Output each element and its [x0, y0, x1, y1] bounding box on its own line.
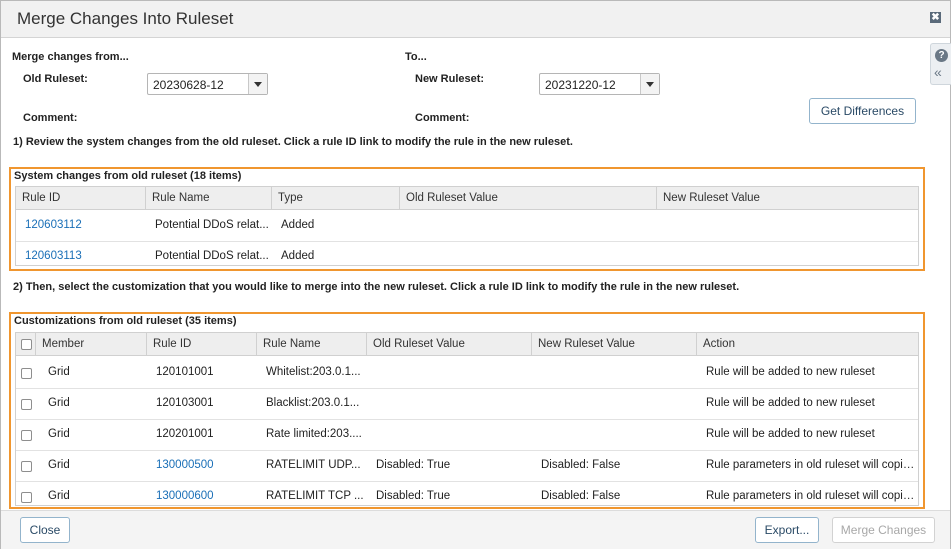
- old-value-cell: Disabled: True: [376, 490, 451, 502]
- new-value-cell: Disabled: False: [541, 459, 621, 471]
- action-cell: Rule parameters in old ruleset will copi…: [706, 490, 916, 502]
- member-cell: Grid: [48, 366, 70, 378]
- type-cell: Added: [281, 219, 315, 231]
- rule-name-cell: Blacklist:203.0.1...: [266, 397, 360, 409]
- rule-name-cell: RATELIMIT TCP ...: [266, 490, 364, 502]
- rule-id-link[interactable]: 120603112: [16, 210, 146, 241]
- dialog-titlebar: Merge Changes Into Ruleset ✖: [1, 1, 950, 38]
- new-value-cell: [657, 210, 918, 241]
- rule-id-link[interactable]: 130000500: [147, 450, 257, 481]
- old-value-cell: [367, 357, 532, 388]
- action-cell: Rule will be added to new ruleset: [706, 397, 875, 409]
- row-checkbox[interactable]: [21, 430, 32, 441]
- old-value-cell: [400, 241, 657, 265]
- action-cell: Rule will be added to new ruleset: [706, 428, 875, 440]
- rule-id-link[interactable]: 130000600: [147, 481, 257, 505]
- step2-instructions: 2) Then, select the customization that y…: [13, 281, 740, 293]
- column-header[interactable]: Action: [697, 333, 918, 355]
- row-checkbox[interactable]: [21, 368, 32, 379]
- rule-name-cell: RATELIMIT UDP...: [266, 459, 361, 471]
- column-header[interactable]: Rule Name: [146, 187, 272, 209]
- column-header[interactable]: Old Ruleset Value: [367, 333, 532, 355]
- system-changes-panel: System changes from old ruleset (18 item…: [9, 167, 925, 271]
- export-button[interactable]: Export...: [755, 517, 819, 543]
- new-ruleset-label: New Ruleset:: [415, 73, 485, 85]
- old-value-cell: [400, 210, 657, 241]
- old-value-cell: Disabled: True: [376, 459, 451, 471]
- rule-id-link[interactable]: 120603113: [16, 241, 146, 265]
- table-row: 120603113 Potential DDoS relat... Added: [16, 241, 918, 265]
- member-cell: Grid: [48, 459, 70, 471]
- chevron-down-icon[interactable]: [640, 74, 659, 94]
- column-header[interactable]: Rule ID: [147, 333, 257, 355]
- rule-name-cell: Potential DDoS relat...: [155, 250, 269, 262]
- table-row: Grid 130000600 RATELIMIT TCP ... Disable…: [16, 481, 918, 505]
- dialog-footer: Close Export... Merge Changes: [1, 510, 950, 549]
- customizations-header: Member Rule ID Rule Name Old Ruleset Val…: [16, 333, 918, 356]
- old-ruleset-label: Old Ruleset:: [23, 73, 88, 85]
- chevron-down-icon[interactable]: [248, 74, 267, 94]
- column-header[interactable]: New Ruleset Value: [657, 187, 918, 209]
- row-checkbox[interactable]: [21, 492, 32, 503]
- old-ruleset-value: 20230628-12: [153, 78, 224, 92]
- merge-changes-button[interactable]: Merge Changes: [832, 517, 935, 543]
- merge-from-label: Merge changes from...: [12, 51, 129, 63]
- comment-label-new: Comment:: [415, 112, 470, 124]
- member-cell: Grid: [48, 397, 70, 409]
- customizations-title: Customizations from old ruleset (35 item…: [14, 315, 237, 327]
- old-value-cell: [367, 419, 532, 450]
- close-icon[interactable]: ✖: [930, 12, 941, 23]
- column-header[interactable]: Type: [272, 187, 400, 209]
- new-ruleset-value: 20231220-12: [545, 78, 616, 92]
- column-header[interactable]: Member: [36, 333, 147, 355]
- table-row: Grid 130000500 RATELIMIT UDP... Disabled…: [16, 450, 918, 482]
- old-value-cell: [367, 388, 532, 419]
- action-cell: Rule will be added to new ruleset: [706, 366, 875, 378]
- new-ruleset-select[interactable]: 20231220-12: [539, 73, 660, 95]
- merge-dialog: Merge Changes Into Ruleset ✖ ? « Merge c…: [0, 0, 951, 549]
- table-row: Grid 120103001 Blacklist:203.0.1... Rule…: [16, 388, 918, 420]
- customizations-grid: Member Rule ID Rule Name Old Ruleset Val…: [15, 332, 919, 506]
- system-changes-title: System changes from old ruleset (18 item…: [14, 170, 242, 182]
- action-cell: Rule parameters in old ruleset will copi…: [706, 459, 916, 471]
- system-changes-header: Rule ID Rule Name Type Old Ruleset Value…: [16, 187, 918, 210]
- to-label: To...: [405, 51, 427, 63]
- table-row: Grid 120201001 Rate limited:203.... Rule…: [16, 419, 918, 451]
- rule-name-cell: Whitelist:203.0.1...: [266, 366, 361, 378]
- dialog-title: Merge Changes Into Ruleset: [17, 9, 234, 28]
- new-value-cell: [657, 241, 918, 265]
- rule-name-cell: Potential DDoS relat...: [155, 219, 269, 231]
- rule-id-cell: 120101001: [156, 366, 214, 378]
- system-changes-grid: Rule ID Rule Name Type Old Ruleset Value…: [15, 186, 919, 266]
- old-ruleset-select[interactable]: 20230628-12: [147, 73, 268, 95]
- new-value-cell: Disabled: False: [541, 490, 621, 502]
- get-differences-button[interactable]: Get Differences: [809, 98, 916, 124]
- help-icon[interactable]: ?: [935, 49, 948, 62]
- comment-label-old: Comment:: [23, 112, 78, 124]
- new-value-cell: [532, 388, 697, 419]
- member-cell: Grid: [48, 490, 70, 502]
- column-header[interactable]: Rule ID: [16, 187, 146, 209]
- new-value-cell: [532, 357, 697, 388]
- rule-id-cell: 120103001: [156, 397, 214, 409]
- table-row: Grid 120101001 Whitelist:203.0.1... Rule…: [16, 357, 918, 389]
- customizations-panel: Customizations from old ruleset (35 item…: [9, 312, 925, 509]
- type-cell: Added: [281, 250, 315, 262]
- rule-name-cell: Rate limited:203....: [266, 428, 362, 440]
- new-value-cell: [532, 419, 697, 450]
- member-cell: Grid: [48, 428, 70, 440]
- select-all-checkbox[interactable]: [21, 339, 32, 350]
- column-header[interactable]: New Ruleset Value: [532, 333, 697, 355]
- table-row: 120603112 Potential DDoS relat... Added: [16, 210, 918, 242]
- close-button[interactable]: Close: [20, 517, 70, 543]
- rule-id-cell: 120201001: [156, 428, 214, 440]
- row-checkbox[interactable]: [21, 399, 32, 410]
- select-all-header: [16, 333, 36, 355]
- collapse-icon[interactable]: «: [934, 65, 942, 79]
- row-checkbox[interactable]: [21, 461, 32, 472]
- side-help-panel: ? «: [930, 43, 951, 85]
- step1-instructions: 1) Review the system changes from the ol…: [13, 136, 573, 148]
- column-header[interactable]: Old Ruleset Value: [400, 187, 657, 209]
- column-header[interactable]: Rule Name: [257, 333, 367, 355]
